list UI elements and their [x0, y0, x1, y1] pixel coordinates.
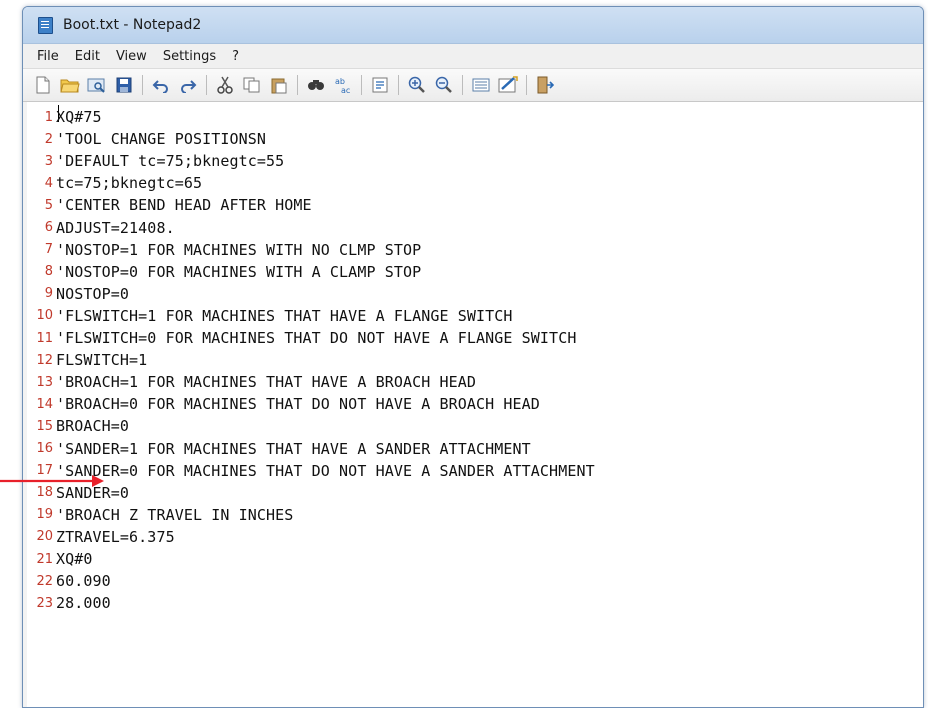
- line-text: 'SANDER=0 FOR MACHINES THAT DO NOT HAVE …: [56, 461, 595, 480]
- menu-help[interactable]: ?: [224, 49, 247, 64]
- zoom-in-icon[interactable]: [405, 73, 429, 97]
- menu-settings[interactable]: Settings: [155, 49, 224, 64]
- undo-icon[interactable]: [149, 73, 173, 97]
- text-editor[interactable]: 1 XQ#75 2 'TOOL CHANGE POSITIONSN 3 'DEFAULT …: [23, 102, 923, 707]
- customize-icon[interactable]: [496, 73, 520, 97]
- find-icon[interactable]: [304, 73, 328, 97]
- notepad2-window: Boot.txt - Notepad2 File Edit View Setti…: [22, 6, 924, 708]
- toolbar-separator: [398, 75, 399, 95]
- scheme-icon[interactable]: [469, 73, 493, 97]
- exit-icon[interactable]: [533, 73, 557, 97]
- cut-icon[interactable]: [213, 73, 237, 97]
- toolbar-separator: [297, 75, 298, 95]
- toolbar-separator: [462, 75, 463, 95]
- line-text: 'BROACH=0 FOR MACHINES THAT DO NOT HAVE …: [56, 395, 540, 414]
- toolbar-separator: [361, 75, 362, 95]
- menu-bar: File Edit View Settings ?: [23, 44, 923, 69]
- replace-icon[interactable]: ab ac: [331, 73, 355, 97]
- toolbar-separator: [206, 75, 207, 95]
- line-text: 'SANDER=1 FOR MACHINES THAT HAVE A SANDE…: [56, 439, 531, 458]
- arrow-head: [92, 475, 104, 487]
- zoom-out-icon[interactable]: [432, 73, 456, 97]
- line-text: 'FLSWITCH=1 FOR MACHINES THAT HAVE A FLA…: [56, 306, 513, 325]
- title-bar[interactable]: Boot.txt - Notepad2: [23, 7, 923, 44]
- word-wrap-icon[interactable]: [368, 73, 392, 97]
- toolbar-separator: [142, 75, 143, 95]
- toolbar: ab ac: [23, 69, 923, 102]
- annotation-arrow: [0, 475, 104, 487]
- svg-text:ac: ac: [341, 86, 350, 94]
- toolbar-separator: [526, 75, 527, 95]
- paste-icon[interactable]: [267, 73, 291, 97]
- copy-icon[interactable]: [240, 73, 264, 97]
- line-text: 'FLSWITCH=0 FOR MACHINES THAT DO NOT HAV…: [56, 329, 577, 347]
- svg-text:ab: ab: [335, 77, 345, 86]
- redo-icon[interactable]: [176, 73, 200, 97]
